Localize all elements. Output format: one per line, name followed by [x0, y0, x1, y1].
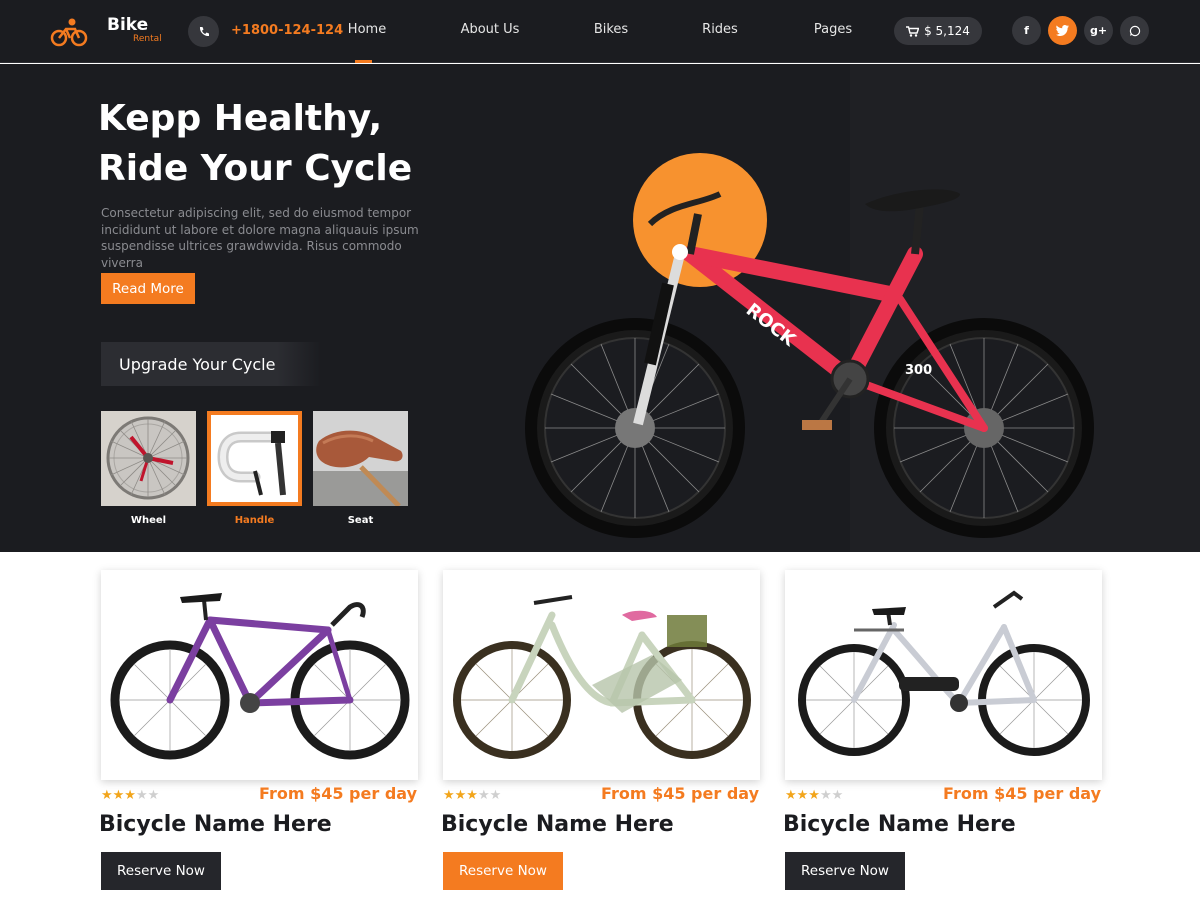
- top-header: Bike Rental +1800-124-124 Home About Us …: [0, 0, 1200, 63]
- facebook-icon[interactable]: f: [1012, 16, 1041, 45]
- product-price: From $45 per day: [601, 784, 759, 803]
- nav-rides[interactable]: Rides: [700, 22, 740, 37]
- seat-image: [313, 411, 408, 506]
- cart-button[interactable]: $ 5,124: [894, 17, 982, 45]
- white-city-bike-image: [797, 590, 1090, 756]
- nav-about-us[interactable]: About Us: [459, 22, 521, 37]
- rating-stars: ★★★★★: [785, 788, 843, 803]
- vintage-city-bike-image: [452, 595, 751, 759]
- read-more-button[interactable]: Read More: [101, 273, 195, 304]
- star-empty-icon: ★★: [135, 788, 160, 803]
- hero-description: Consectetur adipiscing elit, sed do eius…: [101, 206, 419, 270]
- hero-section: Kepp Healthy, Ride Your Cycle Consectetu…: [0, 64, 1200, 552]
- part-label-seat: Seat: [347, 515, 374, 526]
- hero-title-line-2: Ride Your Cycle: [98, 148, 413, 189]
- cart-icon: [906, 25, 920, 37]
- star-filled-icon: ★★★: [101, 788, 136, 803]
- part-label-wheel: Wheel: [130, 515, 167, 526]
- hero-title-line-1: Kepp Healthy,: [98, 98, 383, 139]
- twitter-icon[interactable]: [1048, 16, 1077, 45]
- star-filled-icon: ★★★: [785, 788, 820, 803]
- hero-title: Kepp Healthy, Ride Your Cycle: [98, 94, 518, 194]
- product-name[interactable]: Bicycle Name Here: [783, 812, 1016, 837]
- reserve-now-button[interactable]: Reserve Now: [443, 852, 563, 890]
- nav-bikes[interactable]: Bikes: [590, 22, 632, 37]
- handlebar-image: [211, 415, 298, 502]
- product-card-image[interactable]: [101, 570, 418, 780]
- product-price: From $45 per day: [943, 784, 1101, 803]
- part-label-handle: Handle: [234, 515, 275, 526]
- reserve-now-button[interactable]: Reserve Now: [101, 852, 221, 890]
- bike-logo-icon: [50, 18, 88, 47]
- nav-active-indicator: [355, 60, 372, 63]
- nav-home[interactable]: Home: [346, 22, 388, 37]
- brand-subtitle: Rental: [133, 34, 162, 44]
- star-empty-icon: ★★: [819, 788, 844, 803]
- brand-title[interactable]: Bike: [107, 15, 148, 35]
- purple-road-bike-image: [110, 593, 409, 760]
- rating-stars: ★★★★★: [101, 788, 159, 803]
- whatsapp-icon[interactable]: [1120, 16, 1149, 45]
- part-seat-thumbnail[interactable]: [313, 411, 408, 506]
- hero-bike-image: ROCK 300: [525, 189, 1094, 538]
- product-card-image[interactable]: [443, 570, 760, 780]
- part-handle-thumbnail[interactable]: [207, 411, 302, 506]
- phone-icon: [199, 26, 209, 36]
- product-card-image[interactable]: [785, 570, 1102, 780]
- wheel-image: [101, 411, 196, 506]
- part-wheel-thumbnail[interactable]: [101, 411, 196, 506]
- svg-text:300: 300: [905, 363, 932, 378]
- phone-number[interactable]: +1800-124-124: [231, 23, 343, 38]
- product-name[interactable]: Bicycle Name Here: [99, 812, 332, 837]
- product-name[interactable]: Bicycle Name Here: [441, 812, 674, 837]
- star-empty-icon: ★★: [477, 788, 502, 803]
- cart-amount: $ 5,124: [924, 24, 970, 38]
- rating-stars: ★★★★★: [443, 788, 501, 803]
- reserve-now-button[interactable]: Reserve Now: [785, 852, 905, 890]
- phone-button[interactable]: [188, 16, 219, 47]
- nav-pages[interactable]: Pages: [810, 22, 856, 37]
- star-filled-icon: ★★★: [443, 788, 478, 803]
- upgrade-heading: Upgrade Your Cycle: [101, 342, 321, 386]
- product-price: From $45 per day: [259, 784, 417, 803]
- google-plus-icon[interactable]: g+: [1084, 16, 1113, 45]
